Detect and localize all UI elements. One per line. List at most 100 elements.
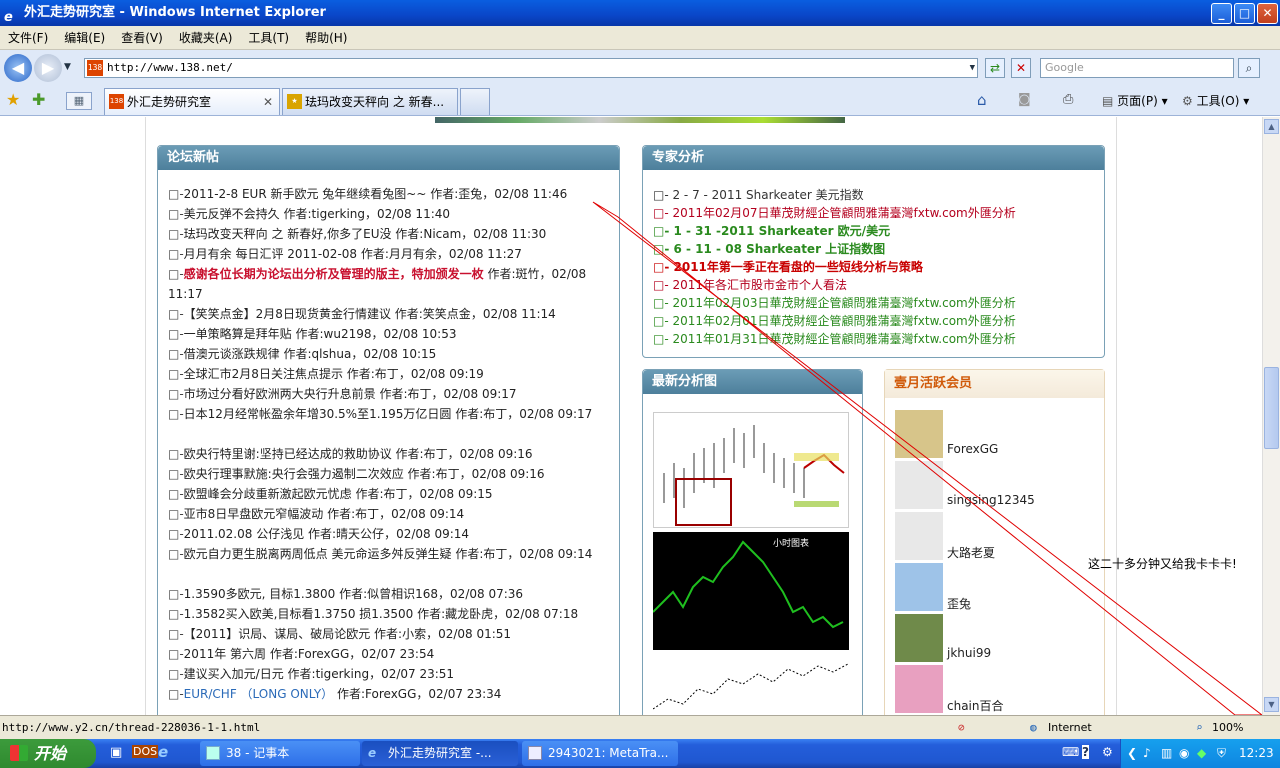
expert-item[interactable]: □- 2011年02月03日華茂財經企管顧問雅蒲臺灣fxtw.com外匯分析 (653, 294, 1093, 312)
post-title[interactable]: 2011年 第六周 (184, 647, 266, 661)
post-title[interactable]: 2011.02.08 公仔浅见 (184, 527, 305, 541)
help-icon[interactable]: ? (1082, 745, 1089, 759)
history-dropdown-icon[interactable]: ▼ (64, 62, 71, 72)
stop-icon[interactable]: ✕ (1011, 58, 1031, 78)
post-title[interactable]: 欧央行特里谢:坚持已经达成的救助协议 (184, 447, 392, 461)
avatar[interactable] (895, 665, 943, 713)
member-name[interactable]: ForexGG (947, 442, 998, 456)
analysis-chart-2[interactable]: 小时图表 (653, 532, 849, 650)
forum-post[interactable]: □-欧央行特里谢:坚持已经达成的救助协议 作者:布丁，02/08 09:16 (168, 444, 593, 464)
post-title[interactable]: 建议买入加元/日元 (184, 667, 284, 681)
forum-post[interactable]: □-2011.02.08 公仔浅见 作者:晴天公仔，02/08 09:14 (168, 524, 593, 544)
maximize-button[interactable]: □ (1234, 3, 1255, 24)
home-icon[interactable]: ⌂ (977, 91, 987, 109)
scroll-down-icon[interactable]: ▼ (1264, 697, 1279, 712)
expert-item[interactable]: □- 2011年01月31日華茂財經企管顧問雅蒲臺灣fxtw.com外匯分析 (653, 330, 1093, 348)
post-title[interactable]: 亚市8日早盘欧元窄幅波动 (184, 507, 324, 521)
post-title[interactable]: 欧盟峰会分歧重新激起欧元忧虑 (184, 487, 352, 501)
print-icon[interactable]: ⎙ (1063, 92, 1073, 107)
forum-post[interactable]: □-全球汇市2月8日关注焦点提示 作者:布丁，02/08 09:19 (168, 364, 593, 384)
post-title[interactable]: EUR/CHF （LONG ONLY） (184, 687, 334, 701)
forum-post[interactable]: □-一单策略算是拜年贴 作者:wu2198，02/08 10:53 (168, 324, 593, 344)
forum-post[interactable]: □-美元反弹不会持久 作者:tigerking，02/08 11:40 (168, 204, 593, 224)
zoom-level[interactable]: 100% (1212, 716, 1243, 740)
antivirus-icon[interactable]: ◉ (1179, 739, 1189, 768)
scroll-up-icon[interactable]: ▲ (1264, 119, 1279, 134)
post-title[interactable]: 感谢各位长期为论坛出分析及管理的版主，特加颁发一枚 (184, 267, 484, 281)
post-title[interactable]: 2011-2-8 EUR 新手欧元 兔年继续看兔图~~ (184, 187, 427, 201)
forum-post[interactable]: □-【笑笑点金】2月8日现货黄金行情建议 作者:笑笑点金，02/08 11:14 (168, 304, 593, 324)
back-button[interactable]: ◀ (4, 54, 32, 82)
member-item[interactable]: 歪兔 (895, 563, 1095, 611)
taskbar-notepad[interactable]: 38 - 记事本 (200, 741, 360, 766)
post-title[interactable]: 市场过分看好欧洲两大央行升息前景 (184, 387, 376, 401)
forum-post[interactable]: □-欧盟峰会分歧重新激起欧元忧虑 作者:布丁，02/08 09:15 (168, 484, 593, 504)
expert-item[interactable]: □- 2011年02月07日華茂財經企管顧問雅蒲臺灣fxtw.com外匯分析 (653, 204, 1093, 222)
search-icon[interactable]: ⌕ (1238, 58, 1260, 78)
quick-tabs-icon[interactable]: ▦ (66, 92, 92, 110)
address-dropdown-icon[interactable]: ▼ (970, 59, 975, 77)
menu-view[interactable]: 查看(V) (113, 26, 171, 50)
forum-post[interactable]: □-欧央行理事默施:央行会强力遏制二次效应 作者:布丁，02/08 09:16 (168, 464, 593, 484)
options-icon[interactable]: ⚙ (1102, 745, 1113, 759)
quicklaunch-ie-icon[interactable]: e (158, 743, 168, 761)
menu-file[interactable]: 文件(F) (0, 26, 56, 50)
start-button[interactable]: 开始 (0, 739, 96, 768)
page-menu[interactable]: ▤ 页面(P) ▾ (1102, 92, 1168, 109)
avatar[interactable] (895, 410, 943, 458)
avatar[interactable] (895, 512, 943, 560)
expert-item[interactable]: □- 2011年各汇市股市金市个人看法 (653, 276, 1093, 294)
minimize-button[interactable]: _ (1211, 3, 1232, 24)
scrollbar-thumb[interactable] (1264, 367, 1279, 449)
forum-post[interactable]: □-日本12月经常帐盈余年增30.5%至1.195万亿日圆 作者:布丁，02/0… (168, 404, 593, 424)
forward-button[interactable]: ▶ (34, 54, 62, 82)
member-item[interactable]: 大路老夏 (895, 512, 1095, 560)
analysis-chart-1[interactable] (653, 412, 849, 528)
avatar[interactable] (895, 614, 943, 662)
post-title[interactable]: 【笑笑点金】2月8日现货黄金行情建议 (184, 307, 391, 321)
forum-post[interactable]: □-市场过分看好欧洲两大央行升息前景 作者:布丁，02/08 09:17 (168, 384, 593, 404)
expert-item[interactable]: □- 1 - 31 -2011 Sharkeater 欧元/美元 (653, 222, 1093, 240)
new-tab-button[interactable] (460, 88, 490, 115)
close-button[interactable]: ✕ (1257, 3, 1278, 24)
post-title[interactable]: 日本12月经常帐盈余年增30.5%至1.195万亿日圆 (184, 407, 452, 421)
member-name[interactable]: 大路老夏 (947, 544, 995, 561)
forum-post[interactable]: □-【2011】识局、谋局、破局论欧元 作者:小索，02/08 01:51 (168, 624, 593, 644)
forum-post[interactable]: □-建议买入加元/日元 作者:tigerking，02/07 23:51 (168, 664, 593, 684)
expert-item[interactable]: □- 2 - 7 - 2011 Sharkeater 美元指数 (653, 186, 1093, 204)
show-desktop-icon[interactable]: ▣ (110, 745, 122, 760)
dos-icon[interactable]: DOS (132, 745, 159, 758)
tab-inactive[interactable]: ★ 珐玛改变天秤向 之 新春... (282, 88, 458, 115)
member-item[interactable]: chain百合 (895, 665, 1095, 713)
member-item[interactable]: jkhui99 (895, 614, 1095, 662)
forum-post[interactable]: □-欧元自力更生脱离两周低点 美元命运多舛反弹生疑 作者:布丁，02/08 09… (168, 544, 593, 564)
analysis-chart-3[interactable] (653, 654, 849, 714)
tray-arrow-icon[interactable]: ❮ (1127, 739, 1137, 768)
tab-active[interactable]: 138 外汇走势研究室 ✕ (104, 88, 280, 115)
menu-edit[interactable]: 编辑(E) (56, 26, 113, 50)
forum-post[interactable]: □-月月有余 每日汇评 2011-02-08 作者:月月有余，02/08 11:… (168, 244, 593, 264)
refresh-icon[interactable]: ⇄ (985, 58, 1005, 78)
menu-help[interactable]: 帮助(H) (297, 26, 355, 50)
post-title[interactable]: 欧央行理事默施:央行会强力遏制二次效应 (184, 467, 404, 481)
member-item[interactable]: ForexGG (895, 410, 1095, 458)
post-title[interactable]: 珐玛改变天秤向 之 新春好,你多了EU没 (184, 227, 392, 241)
vertical-scrollbar[interactable]: ▲ ▼ (1262, 117, 1280, 715)
address-input[interactable]: 138 http://www.138.net/ ▼ (84, 58, 978, 78)
network-icon[interactable]: ▥ (1161, 739, 1172, 768)
expert-item[interactable]: □- 2011年第一季正在看盘的一些短线分析与策略 (653, 258, 1093, 276)
forum-post[interactable]: □-EUR/CHF （LONG ONLY） 作者:ForexGG，02/07 2… (168, 684, 593, 704)
forum-post[interactable]: □-借澳元谈涨跌规律 作者:qlshua，02/08 10:15 (168, 344, 593, 364)
security-center-icon[interactable]: ⛨ (1217, 739, 1226, 768)
tab-close-icon[interactable]: ✕ (263, 89, 273, 115)
post-title[interactable]: 全球汇市2月8日关注焦点提示 (184, 367, 343, 381)
keyboard-icon[interactable]: ⌨ (1062, 745, 1079, 759)
add-favorite-icon[interactable]: ✚ (32, 90, 45, 109)
post-title[interactable]: 借澳元谈涨跌规律 (184, 347, 280, 361)
post-title[interactable]: 一单策略算是拜年贴 (184, 327, 292, 341)
expert-item[interactable]: □- 6 - 11 - 08 Sharkeater 上证指数图 (653, 240, 1093, 258)
avatar[interactable] (895, 563, 943, 611)
member-name[interactable]: 歪兔 (947, 595, 971, 612)
volume-icon[interactable]: ♪ (1143, 739, 1151, 768)
taskbar-metatrader[interactable]: 2943021: MetaTra... (522, 741, 678, 766)
